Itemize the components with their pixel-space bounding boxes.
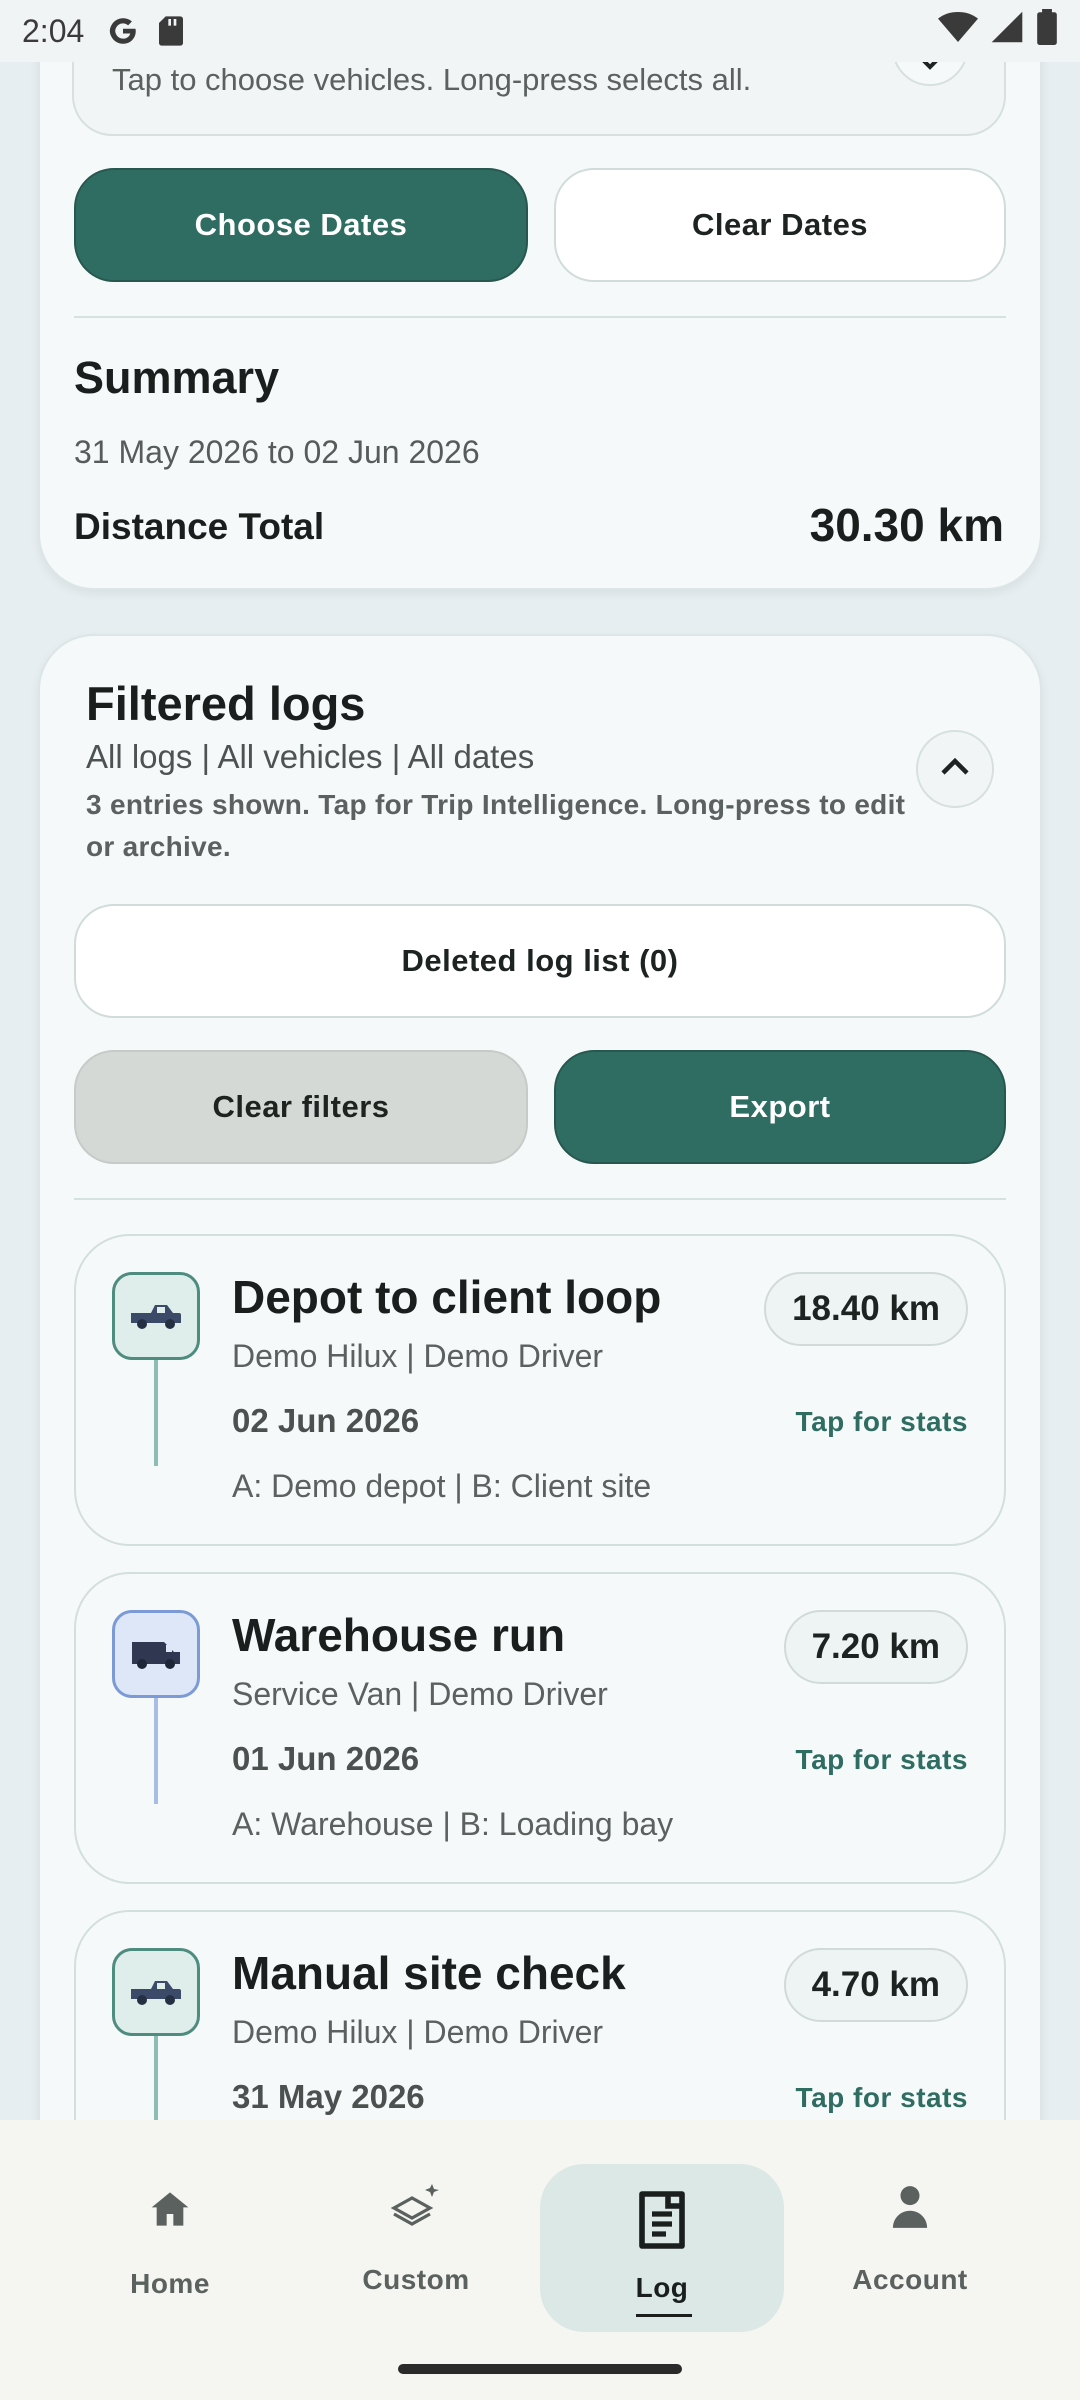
nav-home[interactable]: Home: [46, 2120, 294, 2336]
nav-log[interactable]: Log: [538, 2120, 786, 2336]
log-entry[interactable]: Manual site check Demo Hilux | Demo Driv…: [74, 1910, 1006, 2120]
log-route: A: Demo depot | B: Client site: [232, 1468, 652, 1504]
distance-badge: 18.40 km: [764, 1272, 968, 1346]
battery-icon: [1036, 9, 1058, 53]
chevron-up-icon: [940, 757, 970, 782]
distance-badge: 4.70 km: [783, 1948, 968, 2022]
nav-label: Custom: [362, 2264, 470, 2295]
log-vehicle-driver: Demo Hilux | Demo Driver: [232, 1338, 604, 1374]
timeline-line: [154, 1360, 158, 1466]
home-icon: [150, 2190, 190, 2233]
sd-card-icon: [154, 14, 188, 48]
log-document-icon: [634, 2190, 690, 2255]
summary-title: Summary: [74, 352, 280, 403]
wifi-icon: [938, 10, 978, 52]
log-entry[interactable]: Depot to client loop Demo Hilux | Demo D…: [74, 1234, 1006, 1546]
log-title: Manual site check: [232, 1947, 626, 1999]
nav-label: Log: [635, 2272, 689, 2303]
divider: [74, 1198, 1006, 1200]
tap-for-stats-link[interactable]: Tap for stats: [796, 1744, 968, 1776]
nav-label: Home: [130, 2268, 210, 2299]
account-person-icon: [891, 2184, 929, 2235]
active-tab-underline: [636, 2314, 692, 2317]
summary-date-range: 31 May 2026 to 02 Jun 2026: [74, 434, 480, 470]
tap-for-stats-link[interactable]: Tap for stats: [796, 2082, 968, 2114]
distance-badge: 7.20 km: [783, 1610, 968, 1684]
timeline-line: [154, 2036, 158, 2120]
clear-filters-button[interactable]: Clear filters: [74, 1050, 528, 1164]
log-route: A: Warehouse | B: Loading bay: [232, 1806, 674, 1842]
clear-dates-button[interactable]: Clear Dates: [554, 168, 1006, 282]
log-title: Depot to client loop: [232, 1271, 662, 1323]
log-entry[interactable]: Warehouse run Service Van | Demo Driver …: [74, 1572, 1006, 1884]
divider: [74, 316, 1006, 318]
log-title: Warehouse run: [232, 1609, 566, 1661]
google-g-icon: [106, 14, 140, 48]
log-date: 01 Jun 2026: [232, 1740, 420, 1777]
custom-sparkle-icon: [390, 2182, 442, 2235]
log-date: 02 Jun 2026: [232, 1402, 420, 1439]
filtered-logs-subtitle: All logs | All vehicles | All dates: [86, 738, 535, 775]
log-date: 31 May 2026: [232, 2078, 425, 2115]
choose-dates-button[interactable]: Choose Dates: [74, 168, 528, 282]
timeline-line: [154, 1698, 158, 1804]
nav-label: Account: [852, 2264, 968, 2295]
export-button[interactable]: Export: [554, 1050, 1006, 1164]
distance-total-label: Distance Total: [74, 506, 325, 547]
filtered-logs-hint: 3 entries shown. Tap for Trip Intelligen…: [86, 789, 906, 862]
deleted-log-list-button[interactable]: Deleted log list (0): [74, 904, 1006, 1018]
van-icon: [112, 1610, 200, 1698]
nav-custom[interactable]: Custom: [292, 2120, 540, 2336]
home-gesture-bar[interactable]: [398, 2364, 682, 2374]
bottom-navigation: Home Custom Log Account: [0, 2120, 1080, 2336]
scroll-content[interactable]: Tap to choose vehicles. Long-press selec…: [0, 0, 1080, 2120]
status-bar: 2:04: [0, 0, 1080, 62]
filtered-logs-title: Filtered logs: [86, 677, 366, 730]
nav-account[interactable]: Account: [786, 2120, 1034, 2336]
signal-icon: [990, 10, 1024, 52]
pickup-truck-icon: [112, 1272, 200, 1360]
log-vehicle-driver: Service Van | Demo Driver: [232, 1676, 608, 1712]
collapse-button[interactable]: [916, 730, 994, 808]
vehicle-selector-hint: Tap to choose vehicles. Long-press selec…: [112, 62, 752, 97]
status-time: 2:04: [22, 12, 85, 49]
pickup-truck-icon: [112, 1948, 200, 2036]
distance-total-value: 30.30 km: [809, 499, 1004, 551]
tap-for-stats-link[interactable]: Tap for stats: [796, 1406, 968, 1438]
log-vehicle-driver: Demo Hilux | Demo Driver: [232, 2014, 604, 2050]
